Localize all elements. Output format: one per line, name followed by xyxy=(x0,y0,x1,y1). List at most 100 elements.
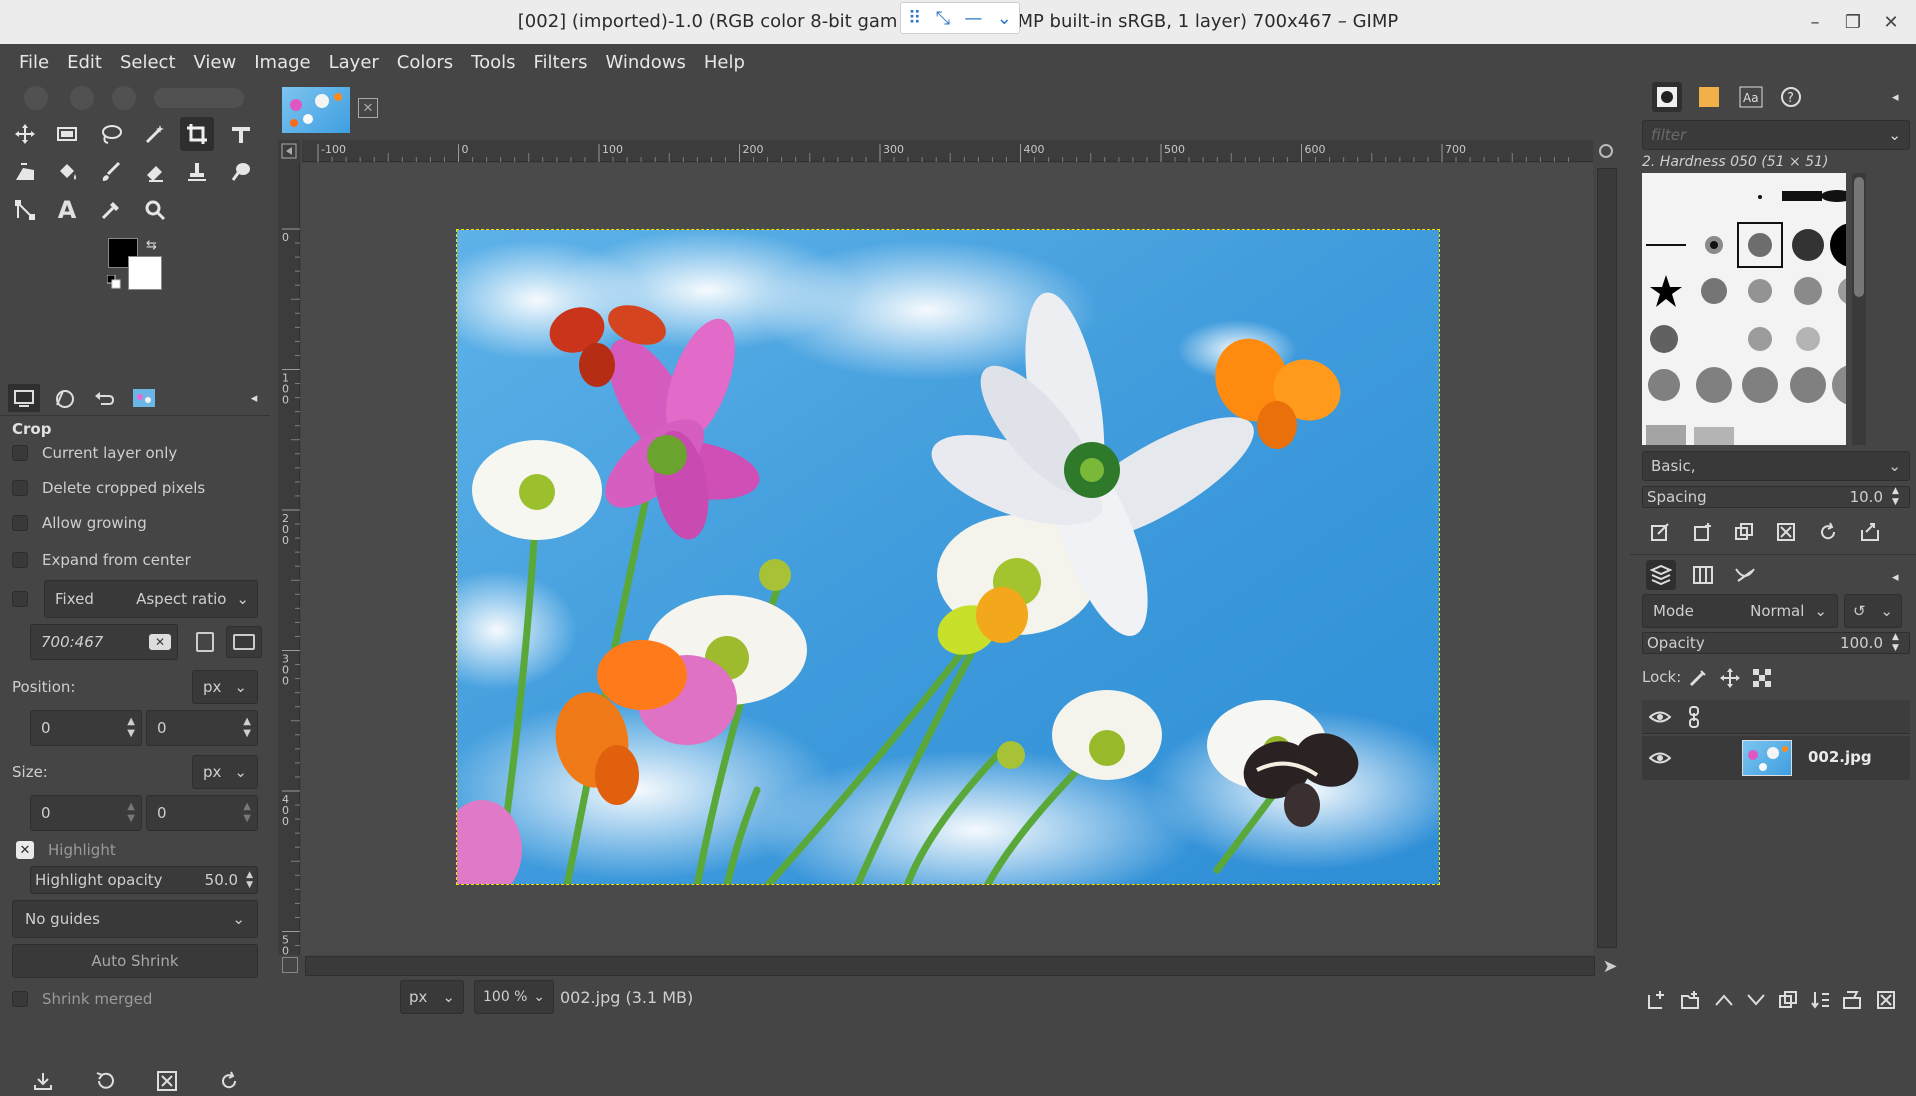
configure-tab-icon[interactable]: ◂ xyxy=(1892,90,1899,105)
clear-field-icon[interactable]: ✕ xyxy=(149,634,171,650)
help-tab-icon[interactable]: ? xyxy=(1776,82,1806,112)
lower-layer-icon[interactable] xyxy=(1742,986,1770,1014)
dock-separator[interactable] xyxy=(1630,554,1916,558)
zoom-dropdown[interactable]: 100 % ⌄ xyxy=(474,980,554,1014)
menu-view[interactable]: View xyxy=(185,52,246,73)
menu-image[interactable]: Image xyxy=(245,52,319,73)
lock-pixels-icon[interactable] xyxy=(1686,666,1710,690)
swap-colors-icon[interactable]: ⇆ xyxy=(146,238,157,253)
spin-arrows-icon[interactable]: ▲ ▼ xyxy=(243,716,251,740)
current-layer-only-option[interactable]: Current layer only xyxy=(12,444,177,462)
spin-arrows-icon[interactable]: ▲ ▼ xyxy=(246,870,253,890)
fonts-tab-icon[interactable]: Aa xyxy=(1736,82,1766,112)
paintbrush-tool-icon[interactable] xyxy=(94,155,128,189)
smudge-tool-icon[interactable] xyxy=(224,155,258,189)
allow-growing-option[interactable]: Allow growing xyxy=(12,514,147,532)
layer-mask-icon[interactable] xyxy=(1838,986,1866,1014)
edit-brush-icon[interactable] xyxy=(1646,518,1674,546)
quick-mask-icon[interactable] xyxy=(282,957,298,973)
delete-cropped-option[interactable]: Delete cropped pixels xyxy=(12,479,205,497)
drag-handle-icon[interactable]: ⠿ xyxy=(908,8,921,29)
configure-tab-icon[interactable]: ◂ xyxy=(238,384,270,412)
reset-options-icon[interactable] xyxy=(214,1066,244,1096)
auto-shrink-button[interactable]: Auto Shrink xyxy=(12,944,258,978)
minimize-button[interactable]: – xyxy=(1795,6,1835,38)
image-thumbnail[interactable] xyxy=(282,87,350,133)
size-unit-dropdown[interactable]: px ⌄ xyxy=(192,755,258,789)
menu-windows[interactable]: Windows xyxy=(596,52,694,73)
duplicate-brush-icon[interactable] xyxy=(1730,518,1758,546)
highlight-opacity-slider[interactable]: Highlight opacity 50.0 ▲ ▼ xyxy=(30,866,258,894)
unified-transform-tool-icon[interactable] xyxy=(224,117,258,151)
brushes-tab-icon[interactable] xyxy=(1652,82,1682,112)
close-image-icon[interactable]: ✕ xyxy=(358,98,378,118)
layer-opacity-slider[interactable]: Opacity 100.0 xyxy=(1642,632,1910,654)
delete-preset-icon[interactable] xyxy=(152,1066,182,1096)
merge-layer-icon[interactable] xyxy=(1806,986,1834,1014)
position-unit-dropdown[interactable]: px ⌄ xyxy=(192,670,258,704)
eraser-tool-icon[interactable] xyxy=(138,155,172,189)
open-brush-as-image-icon[interactable] xyxy=(1856,518,1884,546)
visibility-header-icon[interactable] xyxy=(1648,706,1672,728)
menu-help[interactable]: Help xyxy=(695,52,754,73)
spin-arrows-icon[interactable]: ▲ ▼ xyxy=(243,801,251,825)
crop-tool-icon[interactable] xyxy=(180,117,214,151)
layer-row[interactable]: 002.jpg xyxy=(1642,736,1910,780)
duplicate-layer-icon[interactable] xyxy=(1774,986,1802,1014)
delete-brush-icon[interactable] xyxy=(1772,518,1800,546)
layer-mode-dropdown[interactable]: Mode Normal ⌄ xyxy=(1642,594,1838,628)
brush-grid[interactable] xyxy=(1642,173,1846,445)
size-width-input[interactable]: 0 ▲ ▼ xyxy=(30,795,142,831)
guides-dropdown[interactable]: No guides ⌄ xyxy=(12,900,258,938)
images-tab-icon[interactable] xyxy=(128,384,160,412)
device-status-tab-icon[interactable] xyxy=(48,384,80,412)
refresh-brushes-icon[interactable] xyxy=(1814,518,1842,546)
vertical-ruler[interactable]: 0100200300400500 xyxy=(278,162,300,955)
layer-name[interactable]: 002.jpg xyxy=(1808,748,1872,766)
fuzzy-select-tool-icon[interactable] xyxy=(138,117,172,151)
spin-arrows-icon[interactable]: ▲ ▼ xyxy=(1892,632,1899,654)
aspect-ratio-input[interactable]: 700:467 ✕ xyxy=(30,624,178,660)
composite-mode-dropdown[interactable]: ↺ ⌄ xyxy=(1844,594,1902,628)
delete-cropped-checkbox[interactable] xyxy=(12,480,28,496)
default-colors-icon[interactable] xyxy=(107,275,121,289)
raise-layer-icon[interactable] xyxy=(1710,986,1738,1014)
color-picker-tool-icon[interactable] xyxy=(94,193,128,227)
menu-tools[interactable]: Tools xyxy=(462,52,524,73)
new-brush-icon[interactable] xyxy=(1688,518,1716,546)
menu-edit[interactable]: Edit xyxy=(58,52,111,73)
shrink-merged-option[interactable]: Shrink merged xyxy=(12,990,152,1008)
menu-select[interactable]: Select xyxy=(111,52,185,73)
menu-filters[interactable]: Filters xyxy=(525,52,597,73)
new-layer-group-icon[interactable] xyxy=(1676,986,1704,1014)
highlight-checkbox[interactable]: ✕ xyxy=(16,841,34,859)
ruler-corner-icon[interactable] xyxy=(278,140,300,162)
spin-arrows-icon[interactable]: ▲ ▼ xyxy=(127,801,135,825)
patterns-tab-icon[interactable] xyxy=(1694,82,1724,112)
text-tool-icon[interactable]: A xyxy=(50,193,84,227)
brush-spacing-slider[interactable]: Spacing 10.0 xyxy=(1642,486,1910,508)
spin-arrows-icon[interactable]: ▲ ▼ xyxy=(1892,486,1899,508)
restore-preset-icon[interactable] xyxy=(90,1066,120,1096)
delete-layer-icon[interactable] xyxy=(1872,986,1900,1014)
expand-from-center-checkbox[interactable] xyxy=(12,552,28,568)
unmaximize-icon[interactable]: ⤡ xyxy=(936,8,950,29)
position-x-input[interactable]: 0 ▲ ▼ xyxy=(30,710,142,746)
fixed-option[interactable] xyxy=(12,591,42,607)
maximize-button[interactable]: ❐ xyxy=(1833,6,1873,38)
zoom-fit-icon[interactable] xyxy=(1594,140,1618,162)
move-tool-icon[interactable] xyxy=(8,117,42,151)
configure-tab-icon[interactable]: ◂ xyxy=(1892,570,1899,585)
current-layer-only-checkbox[interactable] xyxy=(12,445,28,461)
bucket-fill-tool-icon[interactable] xyxy=(50,155,84,189)
position-y-input[interactable]: 0 ▲ ▼ xyxy=(146,710,258,746)
shrink-merged-checkbox[interactable] xyxy=(12,991,28,1007)
menu-layer[interactable]: Layer xyxy=(320,52,388,73)
warp-transform-tool-icon[interactable] xyxy=(8,155,42,189)
horizontal-ruler[interactable]: -100 0 100 200 300 400 500 600 700 xyxy=(302,140,1593,162)
size-height-input[interactable]: 0 ▲ ▼ xyxy=(146,795,258,831)
brush-grid-scrollbar[interactable] xyxy=(1852,173,1866,445)
channels-tab-icon[interactable] xyxy=(1688,560,1718,590)
close-button[interactable]: ✕ xyxy=(1871,6,1911,38)
highlight-option[interactable]: ✕ Highlight xyxy=(16,841,116,859)
